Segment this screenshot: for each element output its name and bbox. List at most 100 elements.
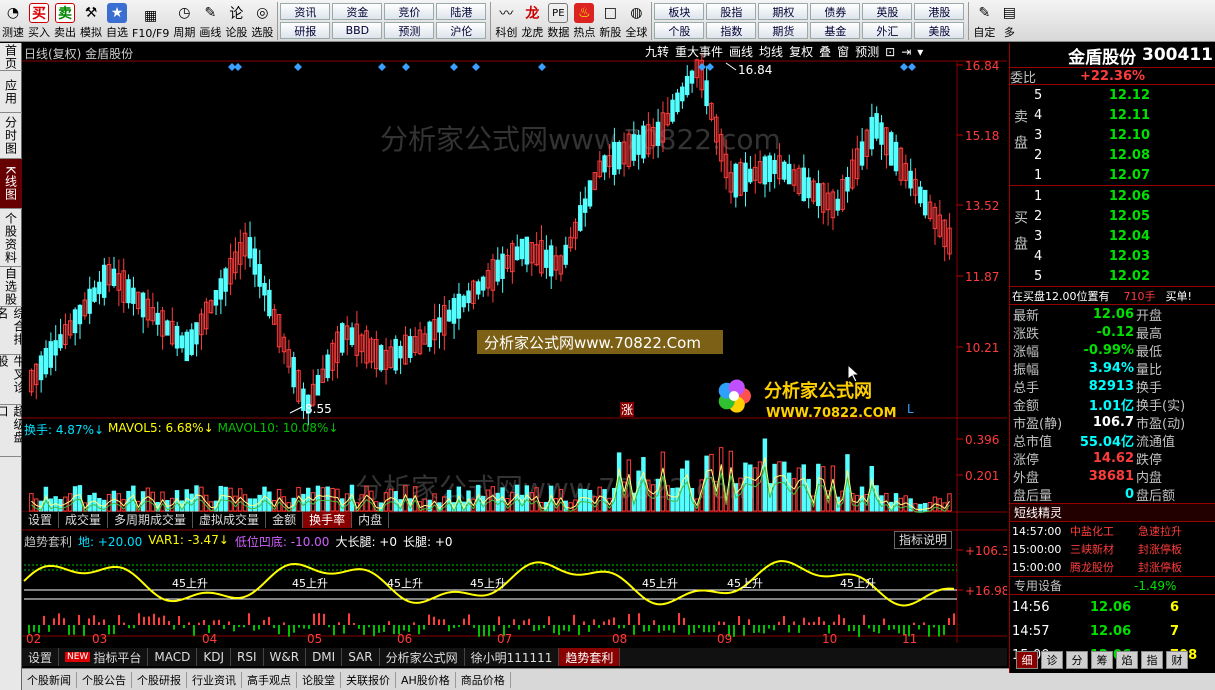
quote-tab[interactable]: 筹: [1091, 651, 1113, 669]
toolbar-hot-button[interactable]: ♨ 热点: [571, 0, 597, 42]
volume-tab[interactable]: 金额: [266, 512, 304, 528]
toolbar-grid-button[interactable]: 外汇: [862, 22, 913, 39]
event-diamond-icon[interactable]: [472, 63, 480, 71]
toolbar-f10-button[interactable]: ▦ F10/F9: [130, 0, 171, 42]
event-diamond-icon[interactable]: [908, 63, 916, 71]
indicator-tab[interactable]: MACD: [148, 648, 198, 666]
sidebar-tab[interactable]: 应用: [0, 71, 22, 113]
status-link[interactable]: 论股堂: [297, 671, 341, 688]
toolbar-forum-button[interactable]: 论论股: [223, 0, 249, 42]
volume-tab[interactable]: 设置: [22, 512, 60, 528]
toolbar-grid-button[interactable]: 板块: [654, 3, 705, 20]
indicator-bar: [678, 613, 680, 625]
short-alert-row[interactable]: 15:00:00 三峡新材 封涨停板: [1010, 540, 1215, 558]
status-link[interactable]: 个股研报: [132, 671, 187, 688]
toolbar-sell-button[interactable]: 卖卖出: [52, 0, 78, 42]
indicator-tab[interactable]: RSI: [231, 648, 264, 666]
status-link[interactable]: 关联报价: [341, 671, 396, 688]
event-diamond-icon[interactable]: [698, 63, 706, 71]
toolbar-grid-button[interactable]: 期权: [758, 3, 809, 20]
toolbar-grid-button[interactable]: 基金: [810, 22, 861, 39]
indicator-tab[interactable]: KDJ: [197, 648, 231, 666]
sector-label[interactable]: 专用设备: [1014, 577, 1134, 594]
quote-tab[interactable]: 诊: [1041, 651, 1063, 669]
toolbar-custom-button[interactable]: ✎ 自定: [971, 0, 997, 42]
volume-tab[interactable]: 虚拟成交量: [193, 512, 267, 528]
toolbar-grid-button[interactable]: 陆港: [436, 3, 487, 20]
sidebar-tab[interactable]: 个股资料: [0, 209, 22, 267]
sidebar-tab[interactable]: 综合排名: [0, 307, 26, 355]
toolbar-grid-button[interactable]: 研报: [280, 22, 331, 39]
short-alert-row[interactable]: 14:57:00 中盐化工 急速拉升: [1010, 522, 1215, 540]
sidebar-tab[interactable]: 牛叉诊股: [0, 355, 26, 405]
toolbar-hammer-button[interactable]: ⚒ 模拟: [78, 0, 104, 42]
toolbar-speed-button[interactable]: ◔ 测速: [0, 0, 26, 42]
toolbar-more-button[interactable]: ▤ 多: [997, 0, 1021, 42]
status-link[interactable]: 个股公告: [77, 671, 132, 688]
quote-tab[interactable]: 财: [1166, 651, 1188, 669]
status-link[interactable]: 商品价格: [456, 671, 511, 688]
toolbar-grid-button[interactable]: 指数: [706, 22, 757, 39]
event-diamond-icon[interactable]: [538, 63, 546, 71]
event-diamond-icon[interactable]: [706, 63, 714, 71]
volume-tab[interactable]: 多周期成交量: [108, 512, 194, 528]
toolbar-grid-button[interactable]: 债券: [810, 3, 861, 20]
toolbar-grid-button[interactable]: 股指: [706, 3, 757, 20]
sidebar-tab[interactable]: 分时图: [0, 113, 22, 159]
event-diamond-icon[interactable]: [402, 63, 410, 71]
toolbar-chart-button[interactable]: 〰科创: [493, 0, 519, 42]
quote-tab[interactable]: 指: [1141, 651, 1163, 669]
status-link[interactable]: 高手观点: [242, 671, 297, 688]
indicator-tab[interactable]: 分析家公式网: [380, 648, 465, 666]
toolbar-select-stock-button[interactable]: ◎ 选股: [249, 0, 275, 42]
toolbar-grid-button[interactable]: BBD: [332, 22, 383, 39]
toolbar-grid-button[interactable]: 个股: [654, 22, 705, 39]
toolbar-pe-button[interactable]: PE 数据: [545, 0, 571, 42]
toolbar-grid-button[interactable]: 期货: [758, 22, 809, 39]
status-link[interactable]: AH股价格: [396, 671, 456, 688]
toolbar-grid-button[interactable]: 港股: [914, 3, 965, 20]
event-diamond-icon[interactable]: [294, 63, 302, 71]
indicator-tab[interactable]: W&R: [264, 648, 307, 666]
event-diamond-icon[interactable]: [378, 63, 386, 71]
sidebar-tab[interactable]: K线图: [0, 159, 22, 209]
toolbar-buy-button[interactable]: 买买入: [26, 0, 52, 42]
toolbar-grid-button[interactable]: 资金: [332, 3, 383, 20]
volume-tab[interactable]: 成交量: [59, 512, 109, 528]
indicator-tab[interactable]: DMI: [306, 648, 343, 666]
indicator-tab[interactable]: SAR: [342, 648, 380, 666]
sidebar-tab[interactable]: 自选股: [0, 267, 22, 307]
toolbar-pencil-button[interactable]: ✎ 画线: [197, 0, 223, 42]
toolbar-grid-button[interactable]: 美股: [914, 22, 965, 39]
indicator-tab[interactable]: 徐小明111111: [465, 648, 560, 666]
toolbar-grid-button[interactable]: 英股: [862, 3, 913, 20]
indicator-explain-button[interactable]: 指标说明: [894, 531, 952, 549]
indicator-tab[interactable]: 设置: [22, 648, 60, 666]
quote-tab[interactable]: 细: [1016, 651, 1038, 669]
quote-tab[interactable]: 分: [1066, 651, 1088, 669]
volume-tab[interactable]: 换手率: [303, 512, 353, 528]
toolbar-grid-button[interactable]: 资讯: [280, 3, 331, 20]
toolbar-dragon-button[interactable]: 龙龙虎: [519, 0, 545, 42]
quote-tab[interactable]: 焰: [1116, 651, 1138, 669]
toolbar-grid-button[interactable]: 预测: [384, 22, 435, 39]
toolbar-globe-button[interactable]: ◍ 全球: [623, 0, 649, 42]
status-link[interactable]: 行业资讯: [187, 671, 242, 688]
volume-tab[interactable]: 内盘: [352, 512, 390, 528]
indicator-bar: [88, 618, 90, 625]
kline-chart[interactable]: 16.84 15.18 13.52 11.87 10.21 分析家公式网www.70822…: [22, 43, 1007, 673]
toolbar-ipo-button[interactable]: □ 新股: [597, 0, 623, 42]
status-link[interactable]: 个股新闻: [22, 671, 77, 688]
indicator-tab[interactable]: 趋势套利: [559, 648, 621, 666]
sidebar-tab[interactable]: 首页: [0, 43, 22, 71]
sidebar-tab[interactable]: 超级盘口: [0, 405, 26, 457]
toolbar-grid-button[interactable]: 竞价: [384, 3, 435, 20]
toolbar-star-button[interactable]: ★ 自选: [104, 0, 130, 42]
toolbar-grid-button[interactable]: 沪伦: [436, 22, 487, 39]
short-alert-row[interactable]: 15:00:00 腾龙股份 封涨停板: [1010, 558, 1215, 576]
event-diamond-icon[interactable]: [450, 63, 458, 71]
indicator-tab[interactable]: NEW 指标平台: [59, 648, 149, 666]
event-diamond-icon[interactable]: [900, 63, 908, 71]
event-diamond-icon[interactable]: [234, 63, 242, 71]
toolbar-clock-button[interactable]: ◷ 周期: [171, 0, 197, 42]
